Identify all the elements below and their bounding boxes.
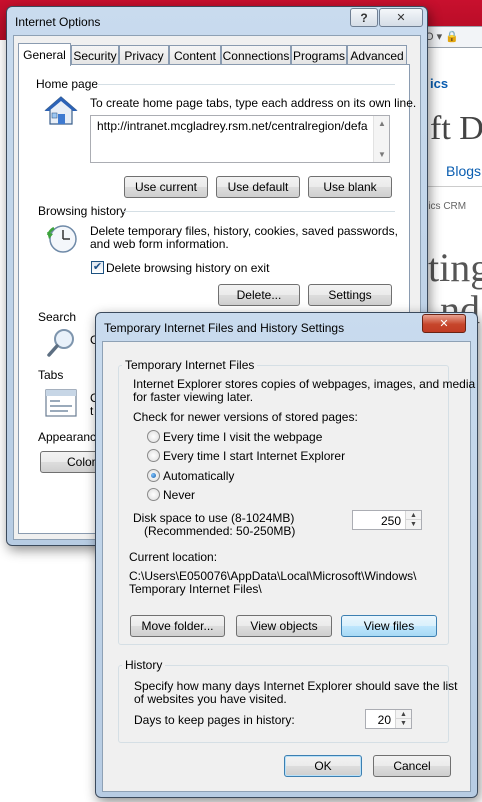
disk-space-label-1: Disk space to use (8-1024MB) (133, 511, 295, 525)
tabs-window-icon (44, 386, 78, 418)
spin-down-icon[interactable]: ▼ (396, 719, 411, 728)
cancel-button[interactable]: Cancel (373, 755, 451, 777)
temp-files-description-2: for faster viewing later. (133, 390, 254, 404)
scroll-down-icon[interactable]: ▼ (378, 150, 386, 159)
tab-general[interactable]: General (18, 43, 71, 66)
spin-up-icon[interactable]: ▲ (406, 511, 421, 520)
days-to-keep-label: Days to keep pages in history: (134, 713, 295, 727)
home-page-url-field[interactable]: http://intranet.mcgladrey.rsm.net/centra… (90, 115, 390, 163)
browsing-history-divider (124, 211, 395, 212)
radio-every-start-label[interactable]: Every time I start Internet Explorer (163, 449, 345, 463)
delete-on-exit-label[interactable]: Delete browsing history on exit (106, 261, 269, 275)
radio-automatically[interactable] (147, 469, 160, 482)
tab-programs[interactable]: Programs (291, 45, 347, 65)
days-to-keep-arrows[interactable]: ▲ ▼ (395, 710, 411, 728)
tab-privacy[interactable]: Privacy (119, 45, 169, 65)
move-folder-button[interactable]: Move folder... (130, 615, 225, 637)
tab-security[interactable]: Security (71, 45, 119, 65)
temp-settings-close-button[interactable]: ✕ (422, 314, 466, 333)
disk-space-label-2: (Recommended: 50-250MB) (144, 524, 296, 538)
current-location-label: Current location: (129, 550, 218, 564)
history-description-2: of websites you have visited. (134, 692, 287, 706)
scroll-up-icon[interactable]: ▲ (378, 119, 386, 128)
days-to-keep-spinner[interactable]: 20 ▲ ▼ (365, 709, 412, 729)
temp-files-description-1: Internet Explorer stores copies of webpa… (133, 377, 476, 391)
article-heading-fragment-1: ting (428, 245, 482, 290)
temp-settings-titlebar[interactable]: Temporary Internet Files and History Set… (96, 313, 477, 341)
home-page-divider (97, 84, 395, 85)
disk-space-spinner[interactable]: 250 ▲ ▼ (352, 510, 422, 530)
settings-button[interactable]: Settings (308, 284, 392, 306)
appearance-label: Appearance (38, 430, 103, 444)
current-location-path-2: Temporary Internet Files\ (129, 582, 262, 596)
ok-button[interactable]: OK (284, 755, 362, 777)
browsing-history-description-2: and web form information. (90, 237, 229, 251)
house-icon (44, 95, 78, 127)
search-label: Search (38, 310, 77, 324)
use-default-button[interactable]: Use default (216, 176, 300, 198)
close-button[interactable]: ✕ (379, 8, 423, 27)
site-logo-fragment: ics (430, 76, 449, 91)
radio-never-label[interactable]: Never (163, 488, 195, 502)
radio-automatically-label[interactable]: Automatically (163, 469, 234, 483)
history-description-1: Specify how many days Internet Explorer … (134, 679, 458, 693)
tabs-section-label: Tabs (38, 368, 64, 382)
disk-space-arrows[interactable]: ▲ ▼ (405, 511, 421, 529)
tab-advanced[interactable]: Advanced (347, 45, 407, 65)
nav-divider (425, 186, 482, 187)
temp-files-groupbox (118, 365, 449, 645)
home-page-url-scrollbar[interactable]: ▲ ▼ (373, 116, 389, 162)
delete-on-exit-checkbox[interactable]: ✔ (91, 261, 104, 274)
view-files-button[interactable]: View files (341, 615, 437, 637)
magnifier-icon (46, 327, 78, 359)
site-title-fragment: ft Dy (430, 110, 482, 147)
help-button[interactable]: ? (350, 8, 378, 27)
delete-button[interactable]: Delete... (218, 284, 300, 306)
home-page-description: To create home page tabs, type each addr… (90, 96, 417, 110)
home-page-label: Home page (36, 77, 99, 91)
radio-every-visit-label[interactable]: Every time I visit the webpage (163, 430, 322, 444)
use-current-button[interactable]: Use current (124, 176, 208, 198)
current-location-path-1: C:\Users\E050076\AppData\Local\Microsoft… (129, 569, 417, 583)
nav-link-blogs[interactable]: Blogs (446, 163, 481, 179)
browsing-history-label: Browsing history (38, 204, 127, 218)
tabs-partial-text-2: t (90, 404, 94, 418)
check-newer-label: Check for newer versions of stored pages… (133, 410, 358, 424)
disk-space-value: 250 (380, 514, 401, 528)
days-to-keep-value: 20 (377, 713, 391, 727)
browsing-history-description-1: Delete temporary files, history, cookies… (90, 224, 398, 238)
tab-connections[interactable]: Connections (221, 45, 291, 65)
temp-files-group-label: Temporary Internet Files (122, 358, 258, 372)
internet-options-title: Internet Options (15, 15, 101, 29)
home-page-url-text: http://intranet.mcgladrey.rsm.net/centra… (97, 119, 368, 133)
view-objects-button[interactable]: View objects (236, 615, 332, 637)
radio-every-start[interactable] (147, 449, 160, 462)
radio-every-visit[interactable] (147, 430, 160, 443)
spin-down-icon[interactable]: ▼ (406, 520, 421, 529)
history-group-label: History (122, 658, 166, 672)
temp-settings-title: Temporary Internet Files and History Set… (104, 321, 345, 335)
spin-up-icon[interactable]: ▲ (396, 710, 411, 719)
tab-content[interactable]: Content (169, 45, 221, 65)
address-bar-fragment[interactable]: O ▾ 🔒 (420, 26, 482, 48)
internet-options-titlebar[interactable]: Internet Options ? ✕ (7, 7, 427, 35)
radio-never[interactable] (147, 488, 160, 501)
use-blank-button[interactable]: Use blank (308, 176, 392, 198)
history-clock-icon (44, 222, 80, 256)
